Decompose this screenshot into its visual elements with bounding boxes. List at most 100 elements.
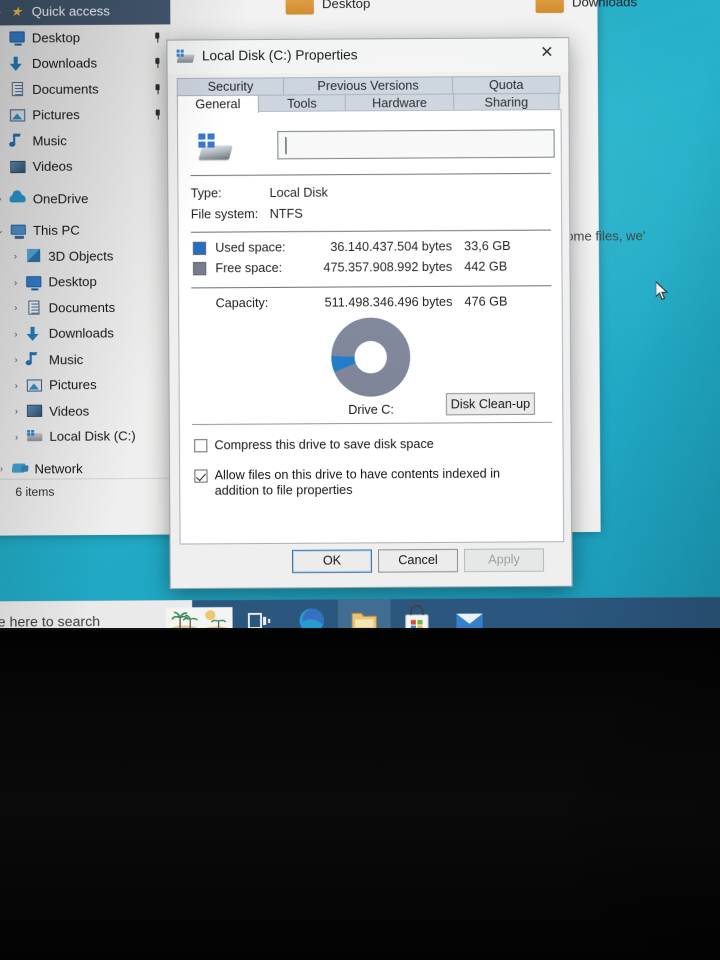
used-space-bytes: 36.140.437.504 bytes <box>330 239 453 255</box>
chevron-right-icon[interactable]: › <box>7 277 24 287</box>
folder-icon <box>535 0 564 14</box>
chevron-right-icon[interactable]: › <box>8 380 25 390</box>
volume-label-row <box>188 124 555 171</box>
chevron-right-icon[interactable]: › <box>7 354 24 364</box>
ok-button[interactable]: OK <box>291 549 373 574</box>
pin-icon[interactable] <box>154 84 162 94</box>
general-tab-panel: Type: Local Disk File system: NTFS Used … <box>176 109 565 545</box>
capacity-size: 476 GB <box>464 294 508 310</box>
sidebar-item-pc-desktop[interactable]: › Desktop <box>0 268 172 295</box>
index-contents-checkbox[interactable] <box>194 469 208 483</box>
chevron-right-icon[interactable]: › <box>0 464 10 474</box>
sidebar-item-pictures[interactable]: Pictures <box>0 101 171 128</box>
disk-drive-icon <box>176 49 195 64</box>
sidebar-item-pc-documents[interactable]: › Documents <box>0 294 172 321</box>
status-bar: 6 items <box>0 477 174 505</box>
sidebar-item-local-disk-c[interactable]: › Local Disk (C:) <box>0 423 173 450</box>
pictures-icon <box>8 107 27 123</box>
disk-cleanup-button[interactable]: Disk Clean-up <box>445 392 536 416</box>
sidebar-item-label: Desktop <box>48 274 97 290</box>
pin-icon[interactable] <box>154 109 162 119</box>
chevron-right-icon[interactable]: › <box>8 432 25 442</box>
volume-label-input[interactable] <box>277 129 555 160</box>
file-system-value: NTFS <box>269 206 303 222</box>
sidebar-item-label: Pictures <box>32 107 80 123</box>
music-icon <box>25 351 44 367</box>
cloud-icon <box>8 190 27 206</box>
pin-icon[interactable] <box>153 32 161 42</box>
compress-drive-label: Compress this drive to save disk space <box>214 436 434 453</box>
free-space-bytes: 475.357.908.992 bytes <box>323 259 453 275</box>
chevron-right-icon[interactable]: › <box>7 329 24 339</box>
divider <box>192 421 553 426</box>
sidebar-item-label: Documents <box>32 81 99 97</box>
file-system-label: File system: <box>190 207 259 222</box>
sidebar-item-quick-access[interactable]: ⌄ ★ Quick access <box>0 0 171 25</box>
free-space-size: 442 GB <box>464 259 508 274</box>
sidebar-item-this-pc[interactable]: ⌄ This PC <box>0 217 172 244</box>
free-space-swatch <box>193 262 207 276</box>
sidebar-item-label: Documents <box>48 299 116 316</box>
sidebar-item-label: Desktop <box>31 29 81 46</box>
sidebar-item-3d-objects[interactable]: › 3D Objects <box>0 242 172 269</box>
cancel-button[interactable]: Cancel <box>377 548 459 573</box>
sidebar-item-desktop[interactable]: Desktop <box>0 24 171 51</box>
chevron-right-icon[interactable]: › <box>7 251 24 261</box>
index-contents-label: Allow files on this drive to have conten… <box>214 466 501 498</box>
sidebar-item-pc-pictures[interactable]: › Pictures <box>0 372 173 399</box>
pin-icon[interactable] <box>153 58 161 68</box>
folder-icon <box>285 0 315 15</box>
divider <box>190 172 551 177</box>
navigation-pane: ⌄ ★ Quick access Desktop Downloads Docum… <box>0 0 174 536</box>
sidebar-item-label: Downloads <box>48 325 114 342</box>
dialog-titlebar[interactable]: Local Disk (C:) Properties ✕ <box>167 38 569 75</box>
document-icon <box>8 81 27 97</box>
sidebar-item-label: OneDrive <box>32 190 89 207</box>
laptop-screen: ▾ Frequent folders (6) Desktop Downloads… <box>0 0 720 645</box>
chevron-down-icon[interactable]: ⌄ <box>0 225 9 236</box>
sidebar-item-downloads[interactable]: Downloads <box>0 50 171 77</box>
dialog-title: Local Disk (C:) Properties <box>201 47 358 64</box>
chevron-right-icon[interactable]: › <box>8 406 25 416</box>
capacity-label: Capacity: <box>215 296 269 311</box>
drive-caption: Drive C: <box>348 402 394 417</box>
divider <box>191 285 552 289</box>
disk-icon <box>25 429 44 445</box>
sidebar-item-documents[interactable]: Documents <box>0 76 171 103</box>
sidebar-item-label: Network <box>34 460 83 477</box>
sidebar-item-pc-downloads[interactable]: › Downloads <box>0 320 172 347</box>
used-space-size: 33,6 GB <box>464 238 511 254</box>
local-disk-properties-dialog: Local Disk (C:) Properties ✕ Security Pr… <box>166 37 573 590</box>
download-icon <box>8 55 27 71</box>
chevron-right-icon[interactable]: › <box>7 303 24 313</box>
chevron-right-icon[interactable]: › <box>0 194 9 204</box>
music-icon <box>8 133 27 149</box>
compress-drive-checkbox-row[interactable]: Compress this drive to save disk space <box>194 436 548 453</box>
sidebar-item-label: Music <box>48 351 84 367</box>
index-contents-checkbox-row[interactable]: Allow files on this drive to have conten… <box>194 466 543 498</box>
disk-usage-pie-chart <box>331 317 411 397</box>
tab-general[interactable]: General <box>176 94 259 114</box>
sidebar-item-label: This PC <box>32 222 80 239</box>
video-icon <box>8 159 27 175</box>
compress-drive-checkbox[interactable] <box>194 439 208 453</box>
sidebar-item-pc-music[interactable]: › Music <box>0 346 172 373</box>
tab-quota[interactable]: Quota <box>452 75 561 95</box>
sidebar-item-pc-videos[interactable]: › Videos <box>0 397 173 424</box>
close-icon[interactable]: ✕ <box>526 38 569 69</box>
capacity-bytes: 511.498.346.496 bytes <box>324 294 453 310</box>
tab-security[interactable]: Security <box>176 77 285 97</box>
sidebar-item-onedrive[interactable]: › OneDrive <box>0 185 171 212</box>
document-icon <box>24 300 43 316</box>
pc-icon <box>9 222 28 238</box>
used-space-label: Used space: <box>215 240 286 255</box>
sidebar-item-videos[interactable]: Videos <box>0 153 171 180</box>
3d-objects-icon <box>24 248 43 264</box>
folder-label: Downloads <box>571 0 638 10</box>
sidebar-item-label: Local Disk (C:) <box>49 428 136 445</box>
sidebar-item-music[interactable]: Music <box>0 127 171 154</box>
sidebar-item-label: Videos <box>49 403 90 419</box>
chevron-down-icon[interactable]: ⌄ <box>0 6 7 17</box>
type-value: Local Disk <box>269 185 328 200</box>
apply-button: Apply <box>464 548 545 573</box>
